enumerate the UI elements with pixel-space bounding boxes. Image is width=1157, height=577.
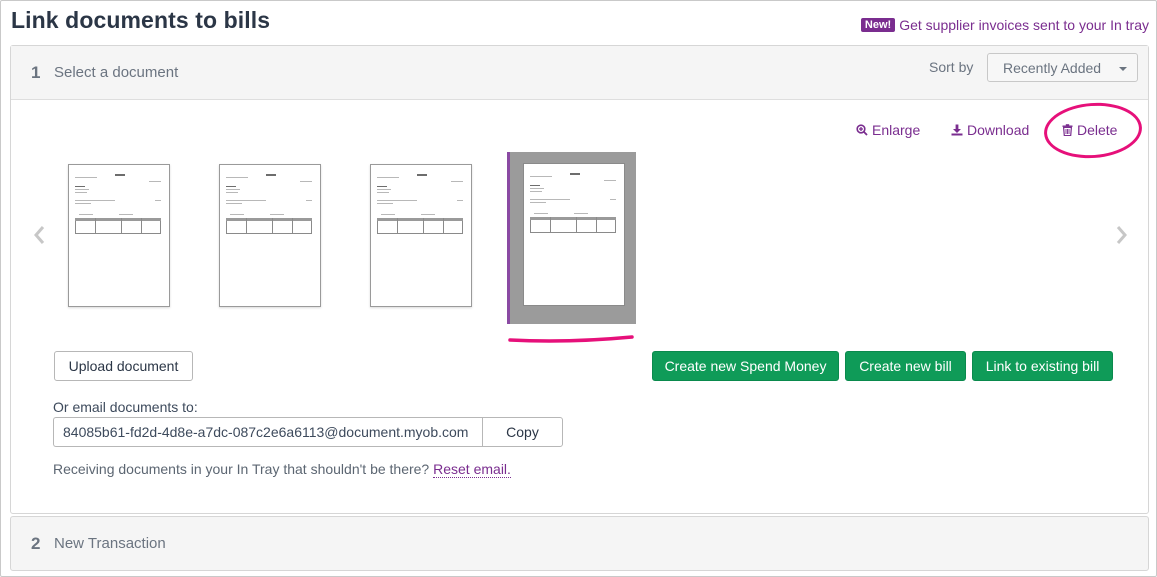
- reset-email-link[interactable]: Reset email.: [433, 461, 511, 478]
- document-thumbnail[interactable]: [68, 164, 170, 307]
- document-thumbnail[interactable]: [523, 163, 625, 306]
- download-label: Download: [967, 122, 1030, 138]
- enlarge-label: Enlarge: [872, 122, 921, 138]
- link-existing-bill-button[interactable]: Link to existing bill: [972, 351, 1113, 381]
- promo-banner: New! Get supplier invoices sent to your …: [860, 17, 1149, 33]
- copy-button[interactable]: Copy: [482, 417, 563, 447]
- caret-down-icon: [1119, 67, 1127, 71]
- email-label: Or email documents to:: [53, 399, 198, 415]
- chevron-right-icon[interactable]: [1114, 222, 1130, 248]
- receiving-text: Receiving documents in your In Tray that…: [53, 461, 430, 477]
- step2-number: 2: [31, 534, 41, 553]
- receiving-message: Receiving documents in your In Tray that…: [53, 461, 511, 478]
- step1-header: 1 Select a document Sort by Recently Add…: [11, 46, 1148, 100]
- download-icon: [951, 124, 963, 136]
- step1-label: Select a document: [54, 64, 179, 81]
- zoom-in-icon: [856, 124, 868, 136]
- download-button[interactable]: Download: [951, 122, 1029, 138]
- create-spend-money-button[interactable]: Create new Spend Money: [652, 351, 839, 381]
- page-title: Link documents to bills: [11, 7, 271, 33]
- email-address-field[interactable]: [53, 417, 483, 447]
- trash-icon: [1062, 124, 1073, 136]
- new-badge: New!: [860, 18, 896, 32]
- chevron-left-icon[interactable]: [31, 222, 47, 248]
- delete-button[interactable]: Delete: [1062, 122, 1117, 138]
- sort-select[interactable]: Recently Added: [987, 53, 1138, 82]
- document-thumbnail[interactable]: [219, 164, 321, 307]
- upload-document-button[interactable]: Upload document: [54, 351, 193, 381]
- enlarge-button[interactable]: Enlarge: [856, 122, 920, 138]
- delete-label: Delete: [1077, 122, 1118, 138]
- step2-label: New Transaction: [54, 535, 166, 552]
- new-transaction-panel[interactable]: 2 New Transaction: [10, 516, 1149, 571]
- selected-thumbnail-frame[interactable]: [507, 152, 636, 324]
- sort-value: Recently Added: [1003, 59, 1102, 76]
- sort-by-label: Sort by: [929, 59, 974, 75]
- step1-number: 1: [31, 63, 41, 82]
- create-bill-button[interactable]: Create new bill: [845, 351, 966, 381]
- supplier-invoices-link[interactable]: Get supplier invoices sent to your In tr…: [899, 17, 1149, 33]
- document-thumbnail[interactable]: [370, 164, 472, 307]
